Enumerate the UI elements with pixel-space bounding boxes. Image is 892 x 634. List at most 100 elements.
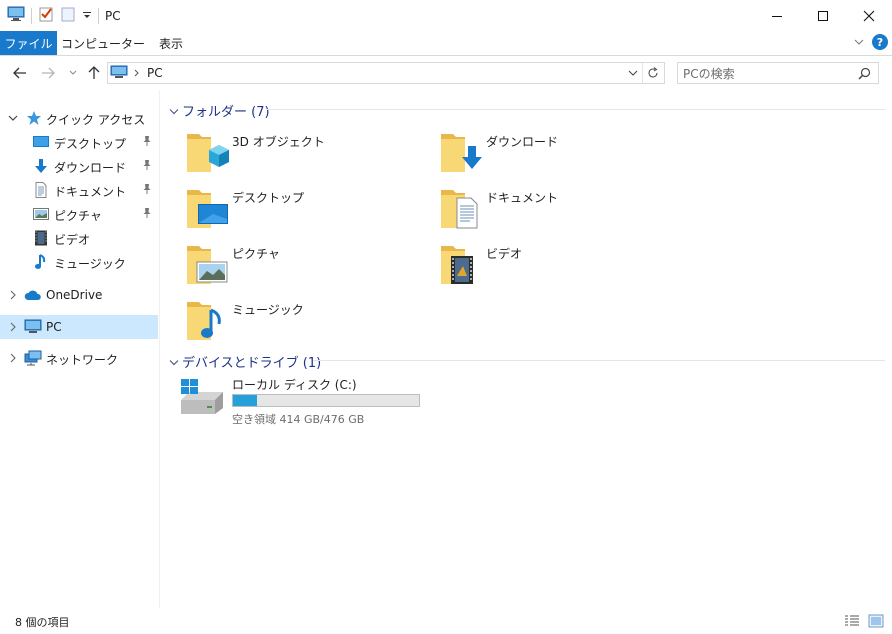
group-header-folders[interactable]: フォルダー (7) xyxy=(167,98,885,120)
pin-icon[interactable] xyxy=(142,135,152,150)
3d-objects-icon xyxy=(187,134,229,172)
search-placeholder: PCの検索 xyxy=(683,66,735,81)
address-bar[interactable]: PC xyxy=(107,62,665,84)
ribbon-tabs: ファイル コンピューター 表示 ? xyxy=(0,31,892,56)
refresh-icon xyxy=(648,67,657,78)
pin-icon[interactable] xyxy=(142,207,152,222)
sidebar-item-music[interactable]: ミュージック xyxy=(0,250,158,274)
document-icon xyxy=(441,190,478,229)
sidebar-item-label: PC xyxy=(46,320,62,334)
drive-tile-c[interactable]: ローカル ディスク (C:) 空き領域 414 GB/476 GB xyxy=(179,374,479,426)
folder-name: ミュージック xyxy=(232,303,304,317)
title-bar: PC xyxy=(0,0,892,31)
chevron-down-icon xyxy=(628,70,638,76)
sidebar-item-videos[interactable]: ビデオ xyxy=(0,226,158,250)
group-title: フォルダー (7) xyxy=(182,105,270,120)
chevron-down-icon xyxy=(854,39,864,45)
chevron-down-icon[interactable] xyxy=(169,356,179,370)
star-icon xyxy=(26,110,42,126)
music-icon xyxy=(187,302,221,340)
window-title: PC xyxy=(105,8,121,23)
toolbar-divider xyxy=(31,7,32,24)
pc-icon[interactable] xyxy=(7,6,25,25)
file-explorer-window: PC ファイル コンピューター 表示 ? PC PCの検索 クイック アクセス … xyxy=(0,0,892,634)
navigation-pane: クイック アクセス デスクトップ ダウンロード ドキュメント ピクチャ ビデオ … xyxy=(0,90,160,608)
pin-icon[interactable] xyxy=(142,159,152,174)
chevron-right-icon[interactable] xyxy=(8,321,18,335)
view-switcher xyxy=(844,614,884,631)
help-button[interactable]: ? xyxy=(872,34,888,50)
up-button[interactable] xyxy=(84,63,104,83)
quick-access-toolbar xyxy=(0,6,99,25)
tab-computer[interactable]: コンピューター xyxy=(59,31,147,55)
new-folder-icon[interactable] xyxy=(60,6,76,25)
folder-tile-videos[interactable]: ビデオ xyxy=(437,240,687,292)
pin-icon[interactable] xyxy=(142,183,152,198)
search-icon[interactable] xyxy=(858,67,871,83)
forward-button[interactable] xyxy=(38,63,58,83)
maximize-button[interactable] xyxy=(800,0,846,31)
sidebar-item-label: ネットワーク xyxy=(46,353,119,367)
maximize-icon xyxy=(818,10,828,21)
item-count: 8 個の項目 xyxy=(15,616,70,629)
sidebar-item-desktop[interactable]: デスクトップ xyxy=(0,130,158,154)
sidebar-item-quick-access[interactable]: クイック アクセス xyxy=(0,106,158,130)
folder-tile-music[interactable]: ミュージック xyxy=(183,296,433,348)
tab-file[interactable]: ファイル xyxy=(0,31,57,55)
back-button[interactable] xyxy=(10,63,30,83)
minimize-icon xyxy=(772,15,782,17)
search-input[interactable]: PCの検索 xyxy=(677,62,879,84)
folder-tile-pictures[interactable]: ピクチャ xyxy=(183,240,433,292)
sidebar-item-label: ドキュメント xyxy=(54,185,127,199)
details-view-button[interactable] xyxy=(844,614,860,631)
group-title: デバイスとドライブ (1) xyxy=(182,356,322,371)
sidebar-item-downloads[interactable]: ダウンロード xyxy=(0,154,158,178)
minimize-button[interactable] xyxy=(754,0,800,31)
folder-name: デスクトップ xyxy=(232,191,305,205)
sidebar-item-network[interactable]: ネットワーク xyxy=(0,346,158,370)
arrow-up-icon xyxy=(88,66,100,79)
group-divider xyxy=(313,360,885,361)
sidebar-item-documents[interactable]: ドキュメント xyxy=(0,178,158,202)
large-icons-view-button[interactable] xyxy=(868,614,884,631)
chevron-down-icon[interactable] xyxy=(8,112,18,126)
network-icon xyxy=(24,350,42,366)
expand-ribbon-button[interactable] xyxy=(854,35,864,49)
properties-icon[interactable] xyxy=(38,6,54,25)
drive-name: ローカル ディスク (C:) xyxy=(232,378,357,392)
drive-icon xyxy=(181,379,223,414)
folder-name: ピクチャ xyxy=(232,247,280,261)
group-header-drives[interactable]: デバイスとドライブ (1) xyxy=(167,349,885,371)
folder-tile-downloads[interactable]: ダウンロード xyxy=(437,128,687,180)
status-bar: 8 個の項目 xyxy=(0,608,892,634)
chevron-down-icon[interactable] xyxy=(169,105,179,119)
details-view-icon xyxy=(845,615,859,626)
folder-tile-3d-objects[interactable]: 3D オブジェクト xyxy=(183,128,433,180)
breadcrumb-separator-icon xyxy=(134,66,140,80)
tab-view[interactable]: 表示 xyxy=(147,31,195,55)
download-icon xyxy=(441,134,482,172)
recent-locations-button[interactable] xyxy=(63,63,83,83)
chevron-right-icon[interactable] xyxy=(8,289,18,303)
navigation-bar: PC PCの検索 xyxy=(0,57,892,90)
refresh-button[interactable] xyxy=(642,63,662,83)
group-divider xyxy=(267,109,885,110)
window-controls xyxy=(754,0,892,31)
folder-name: ダウンロード xyxy=(486,135,559,149)
pc-icon xyxy=(24,319,42,335)
sidebar-item-label: OneDrive xyxy=(46,288,103,302)
sidebar-item-onedrive[interactable]: OneDrive xyxy=(0,283,158,307)
breadcrumb-pc[interactable]: PC xyxy=(147,66,163,80)
sidebar-item-pictures[interactable]: ピクチャ xyxy=(0,202,158,226)
folder-tile-desktop[interactable]: デスクトップ xyxy=(183,184,433,236)
sidebar-item-pc[interactable]: PC xyxy=(0,315,158,339)
video-icon xyxy=(33,230,49,246)
folder-name: 3D オブジェクト xyxy=(232,135,325,149)
folder-tile-documents[interactable]: ドキュメント xyxy=(437,184,687,236)
close-button[interactable] xyxy=(846,0,892,31)
address-dropdown-button[interactable] xyxy=(628,66,638,80)
chevron-right-icon[interactable] xyxy=(8,352,18,366)
picture-icon xyxy=(187,246,228,284)
customize-dropdown-icon[interactable] xyxy=(82,9,92,23)
desktop-icon xyxy=(33,134,49,150)
